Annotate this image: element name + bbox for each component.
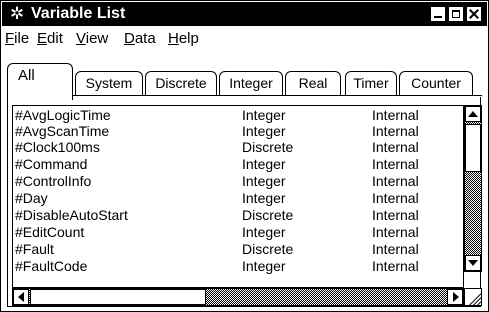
menu-help[interactable]: Help: [168, 30, 199, 48]
tab-timer[interactable]: Timer: [345, 71, 397, 95]
variable-list[interactable]: #AvgLogicTime Integer Internal #AvgScanTim…: [12, 105, 464, 288]
scroll-up-button[interactable]: [465, 106, 481, 122]
menu-file[interactable]: File: [5, 30, 29, 48]
close-button[interactable]: [466, 6, 482, 22]
gear-icon[interactable]: ✲: [8, 5, 26, 23]
scroll-right-button[interactable]: [447, 289, 463, 305]
tab-discrete[interactable]: Discrete: [145, 71, 217, 95]
tab-all[interactable]: All: [7, 63, 73, 100]
up-arrow-icon: [468, 111, 478, 117]
minimize-button[interactable]: [430, 6, 446, 22]
tab-integer[interactable]: Integer: [219, 71, 283, 95]
tab-real[interactable]: Real: [285, 71, 341, 95]
title-bar[interactable]: ✲ Variable List: [2, 2, 487, 26]
scroll-down-button[interactable]: [465, 255, 481, 271]
variable-list-window: ✲ Variable List File Edit View Data Help…: [0, 0, 489, 312]
right-arrow-icon: [453, 292, 459, 302]
maximize-button[interactable]: [448, 6, 464, 22]
menu-view[interactable]: View: [76, 30, 108, 48]
menu-edit[interactable]: Edit: [37, 30, 63, 48]
horizontal-scroll-thumb[interactable]: [30, 289, 206, 305]
resize-grip-icon[interactable]: [464, 288, 482, 306]
tab-counter[interactable]: Counter: [399, 71, 473, 95]
menu-bar: File Edit View Data Help: [1, 28, 488, 50]
vertical-scrollbar[interactable]: [464, 105, 482, 272]
vertical-scroll-thumb[interactable]: [465, 124, 481, 172]
tab-divider: [73, 95, 482, 96]
menu-data[interactable]: Data: [124, 30, 156, 48]
scroll-left-button[interactable]: [13, 289, 29, 305]
tab-system[interactable]: System: [75, 71, 143, 95]
window-title: Variable List: [31, 5, 126, 22]
left-arrow-icon: [18, 292, 24, 302]
horizontal-scrollbar[interactable]: [12, 288, 464, 306]
down-arrow-icon: [468, 260, 478, 266]
